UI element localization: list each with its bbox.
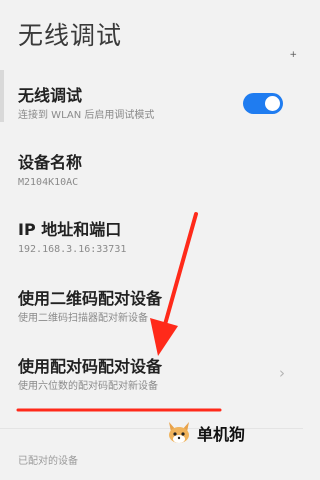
ip-port-title: IP 地址和端口 <box>18 220 122 239</box>
qr-pair-subtitle: 使用二维码扫描器配对新设备 <box>18 313 148 324</box>
toggle-knob <box>265 96 280 111</box>
device-name-row[interactable]: 设备名称 M2104K10AC <box>18 153 285 189</box>
code-pair-row[interactable]: 使用配对码配对设备 使用六位数的配对码配对新设备 <box>18 357 285 393</box>
device-name-value: M2104K10AC <box>18 177 79 188</box>
paired-devices-label: 已配对的设备 <box>18 456 78 467</box>
left-edge-indicator <box>0 70 4 122</box>
qr-pair-row[interactable]: 使用二维码配对设备 使用二维码扫描器配对新设备 <box>18 289 285 325</box>
corner-mark: + <box>289 50 297 60</box>
code-pair-subtitle: 使用六位数的配对码配对新设备 <box>18 381 158 392</box>
wireless-debug-subtitle: 连接到 WLAN 后启用调试模式 <box>18 110 155 121</box>
section-divider <box>0 428 303 429</box>
wireless-debug-toggle[interactable] <box>243 93 283 114</box>
qr-pair-title: 使用二维码配对设备 <box>18 289 163 308</box>
ip-port-value: 192.168.3.16:33731 <box>18 244 127 255</box>
page-title: 无线调试 <box>18 21 123 50</box>
watermark-text: 单机狗 <box>197 425 246 444</box>
chevron-right-icon[interactable]: › <box>279 364 285 382</box>
ip-port-row[interactable]: IP 地址和端口 192.168.3.16:33731 <box>18 220 285 256</box>
watermark: 单机狗 <box>166 420 245 446</box>
fox-logo-icon <box>169 422 189 443</box>
device-name-title: 设备名称 <box>18 153 83 172</box>
wireless-debugging-screen: 无线调试 + 无线调试 连接到 WLAN 后启用调试模式 设备名称 M2104K… <box>0 0 303 480</box>
code-pair-title: 使用配对码配对设备 <box>18 357 163 376</box>
